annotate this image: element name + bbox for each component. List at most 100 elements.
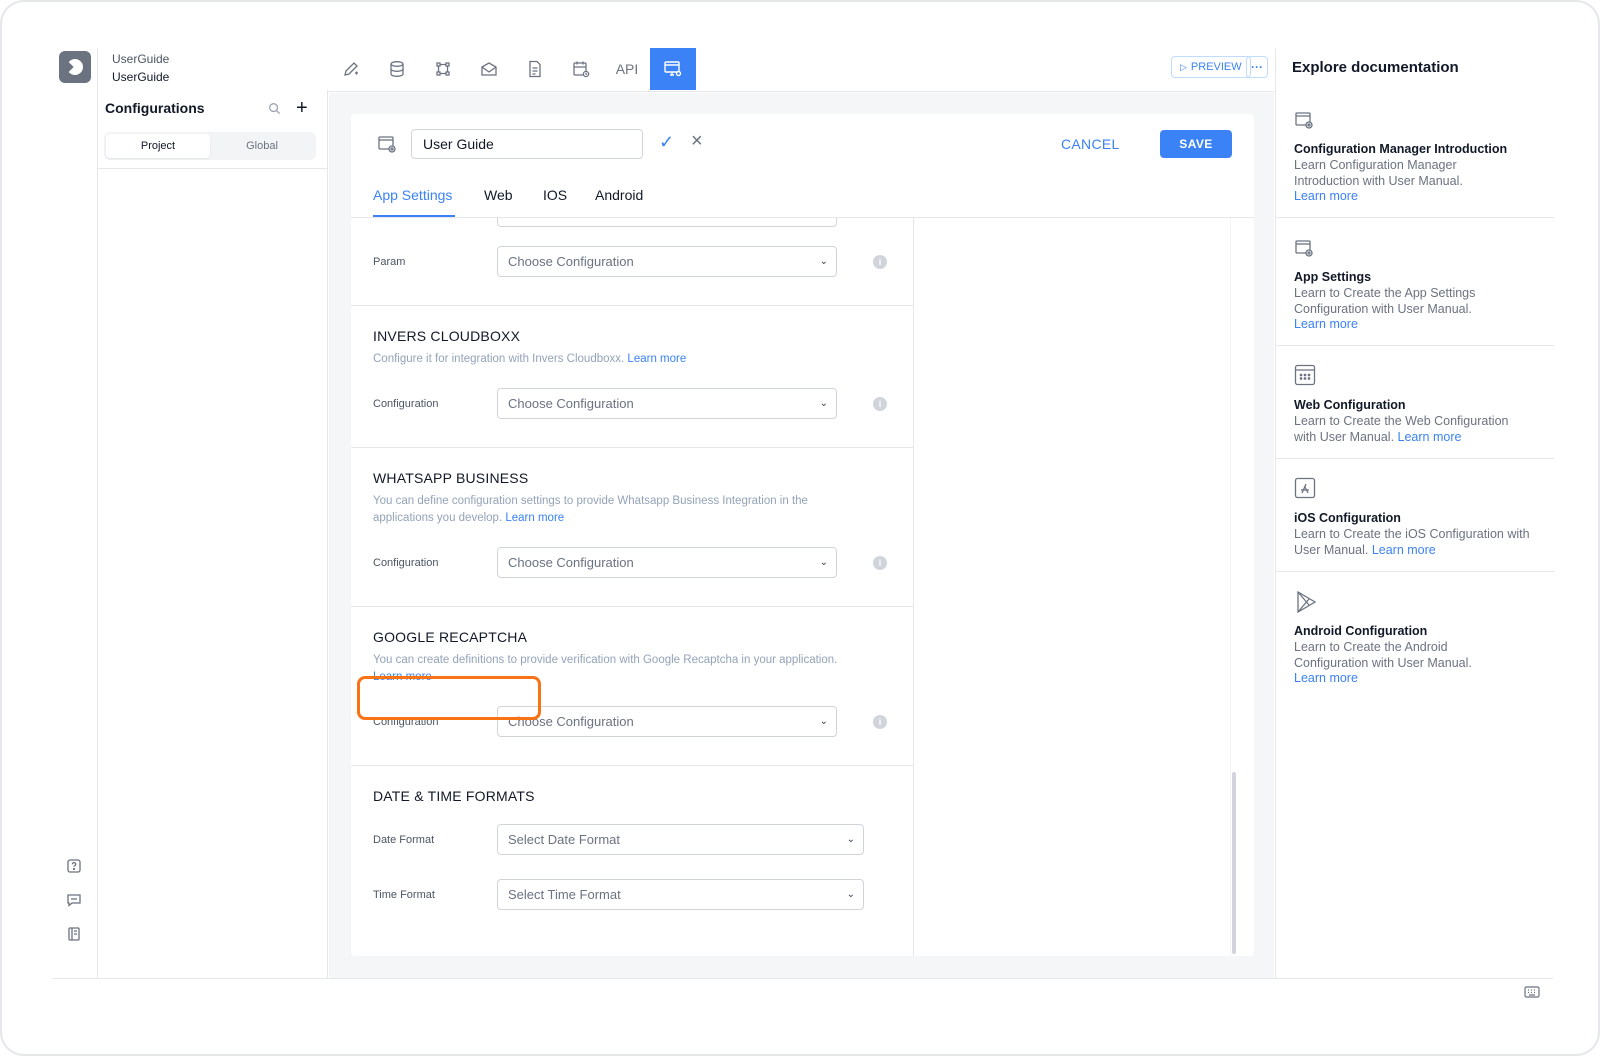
doc-title[interactable]: Android Configuration — [1294, 624, 1427, 638]
edit-icon[interactable] — [328, 48, 374, 90]
time-format-select[interactable]: Select Time Format ⌄ — [497, 879, 864, 910]
footer-divider — [52, 978, 1553, 979]
param-select-value: Choose Configuration — [508, 254, 634, 269]
doc-description: Learn to Create the iOS Configuration wi… — [1294, 527, 1534, 558]
help-icon[interactable] — [66, 858, 82, 874]
section-title: DATE & TIME FORMATS — [373, 788, 535, 804]
learn-more-link[interactable]: Learn more — [1294, 189, 1358, 203]
chevron-down-icon: ⌄ — [819, 398, 828, 409]
chevron-down-icon: ⌄ — [819, 557, 828, 568]
time-format-label: Time Format — [373, 889, 435, 901]
param-select[interactable]: Choose Configuration ⌄ — [497, 246, 837, 277]
learn-more-link[interactable]: Learn more — [1372, 543, 1436, 557]
segment-project[interactable]: Project — [106, 134, 210, 158]
select-value: Select Time Format — [508, 887, 621, 902]
doc-item: Configuration Manager Introduction Learn… — [1276, 90, 1554, 218]
search-icon[interactable] — [268, 102, 281, 115]
more-options-button[interactable]: ··· — [1246, 56, 1268, 78]
main-area: User Guide ✓ × CANCEL SAVE App Settings … — [329, 93, 1274, 978]
doc-title[interactable]: Configuration Manager Introduction — [1294, 142, 1507, 156]
select-value: Choose Configuration — [508, 555, 634, 570]
docs-title: Explore documentation — [1292, 59, 1459, 76]
calendar-icon[interactable] — [558, 48, 604, 90]
config-name-input[interactable]: User Guide — [411, 129, 643, 159]
doc-title[interactable]: Web Configuration — [1294, 398, 1406, 412]
tab-app-settings[interactable]: App Settings — [373, 187, 452, 203]
database-icon[interactable] — [374, 48, 420, 90]
date-time-formats-section: DATE & TIME FORMATS Date Format Select D… — [351, 766, 913, 956]
info-icon[interactable]: i — [873, 556, 887, 570]
workspace-name: UserGuide — [112, 52, 170, 66]
whatsapp-business-section: WHATSAPP BUSINESS You can define configu… — [351, 448, 913, 607]
scrollbar-thumb[interactable] — [1232, 772, 1236, 954]
invers-cloudboxx-section: INVERS CLOUDBOXX Configure it for integr… — [351, 306, 913, 448]
section-title: GOOGLE RECAPTCHA — [373, 629, 528, 645]
tab-android[interactable]: Android — [595, 187, 643, 203]
preview-button[interactable]: ▷ PREVIEW — [1171, 56, 1251, 78]
save-button[interactable]: SAVE — [1160, 130, 1232, 158]
config-editor-card: User Guide ✓ × CANCEL SAVE App Settings … — [351, 114, 1254, 956]
project-name: UserGuide — [112, 70, 170, 84]
preview-label: PREVIEW — [1190, 61, 1242, 73]
scope-toggle: Project Global — [104, 132, 316, 160]
sidebar-title: Configurations — [105, 100, 205, 116]
app-store-icon — [1294, 477, 1316, 499]
left-rail — [52, 48, 98, 978]
configurations-sidebar: Configurations + Project Global — [98, 90, 328, 978]
project-title[interactable]: UserGuide UserGuide — [112, 50, 169, 86]
param-section: Param Choose Configuration ⌄ i — [351, 218, 913, 306]
tab-ios[interactable]: IOS — [543, 187, 567, 203]
doc-text: Learn to Create the Android Configuratio… — [1294, 640, 1472, 670]
learn-more-link[interactable]: Learn more — [1294, 317, 1358, 331]
learn-more-link[interactable]: Learn more — [1294, 671, 1358, 685]
doc-title[interactable]: App Settings — [1294, 270, 1371, 284]
api-label[interactable]: API — [604, 48, 650, 90]
recaptcha-config-select[interactable]: Choose Configuration ⌄ — [497, 706, 837, 737]
section-title: INVERS CLOUDBOXX — [373, 328, 521, 344]
book-icon[interactable] — [66, 926, 82, 942]
select-value: Choose Configuration — [508, 396, 634, 411]
settings-form[interactable]: Param Choose Configuration ⌄ i INVERS CL… — [351, 218, 914, 956]
segment-global[interactable]: Global — [210, 134, 314, 158]
doc-item: Android Configuration Learn to Create th… — [1276, 572, 1554, 700]
active-tab-indicator — [373, 215, 455, 217]
config-icon — [1295, 240, 1313, 257]
doc-description: Learn to Create the Web Configuration wi… — [1294, 414, 1534, 445]
doc-item: App Settings Learn to Create the App Set… — [1276, 218, 1554, 346]
date-format-select[interactable]: Select Date Format ⌄ — [497, 824, 864, 855]
flow-icon[interactable] — [420, 48, 466, 90]
config-icon — [378, 136, 396, 153]
divider — [98, 168, 328, 169]
keyboard-icon[interactable] — [1524, 986, 1540, 998]
config-icon[interactable] — [650, 48, 696, 90]
learn-more-link[interactable]: Learn more — [505, 512, 564, 524]
chat-icon[interactable] — [66, 892, 82, 908]
learn-more-link[interactable]: Learn more — [1398, 430, 1462, 444]
play-store-icon — [1297, 590, 1317, 614]
info-icon[interactable]: i — [873, 255, 887, 269]
info-icon[interactable]: i — [873, 397, 887, 411]
app-logo[interactable] — [59, 51, 91, 83]
web-icon — [1294, 364, 1316, 386]
param-label: Param — [373, 256, 406, 268]
invers-config-select[interactable]: Choose Configuration ⌄ — [497, 388, 837, 419]
confirm-icon[interactable]: ✓ — [659, 132, 674, 153]
whatsapp-config-select[interactable]: Choose Configuration ⌄ — [497, 547, 837, 578]
play-icon: ▷ — [1180, 61, 1187, 72]
doc-title[interactable]: iOS Configuration — [1294, 511, 1401, 525]
cancel-button[interactable]: CANCEL — [1061, 136, 1120, 152]
date-format-label: Date Format — [373, 834, 435, 846]
plus-icon[interactable]: + — [296, 98, 308, 118]
info-icon[interactable]: i — [873, 715, 887, 729]
chevron-down-icon: ⌄ — [819, 256, 828, 267]
close-icon[interactable]: × — [691, 130, 703, 153]
mail-icon[interactable] — [466, 48, 512, 90]
highlight-box — [357, 676, 541, 720]
learn-more-link[interactable]: Learn more — [627, 353, 686, 365]
doc-item: iOS Configuration Learn to Create the iO… — [1276, 459, 1554, 572]
top-toolbar: API ▷ PREVIEW ··· — [328, 48, 1274, 92]
tab-web[interactable]: Web — [484, 187, 513, 203]
configuration-label: Configuration — [373, 398, 439, 410]
section-description: You can define configuration settings to… — [373, 493, 853, 527]
document-icon[interactable] — [512, 48, 558, 90]
